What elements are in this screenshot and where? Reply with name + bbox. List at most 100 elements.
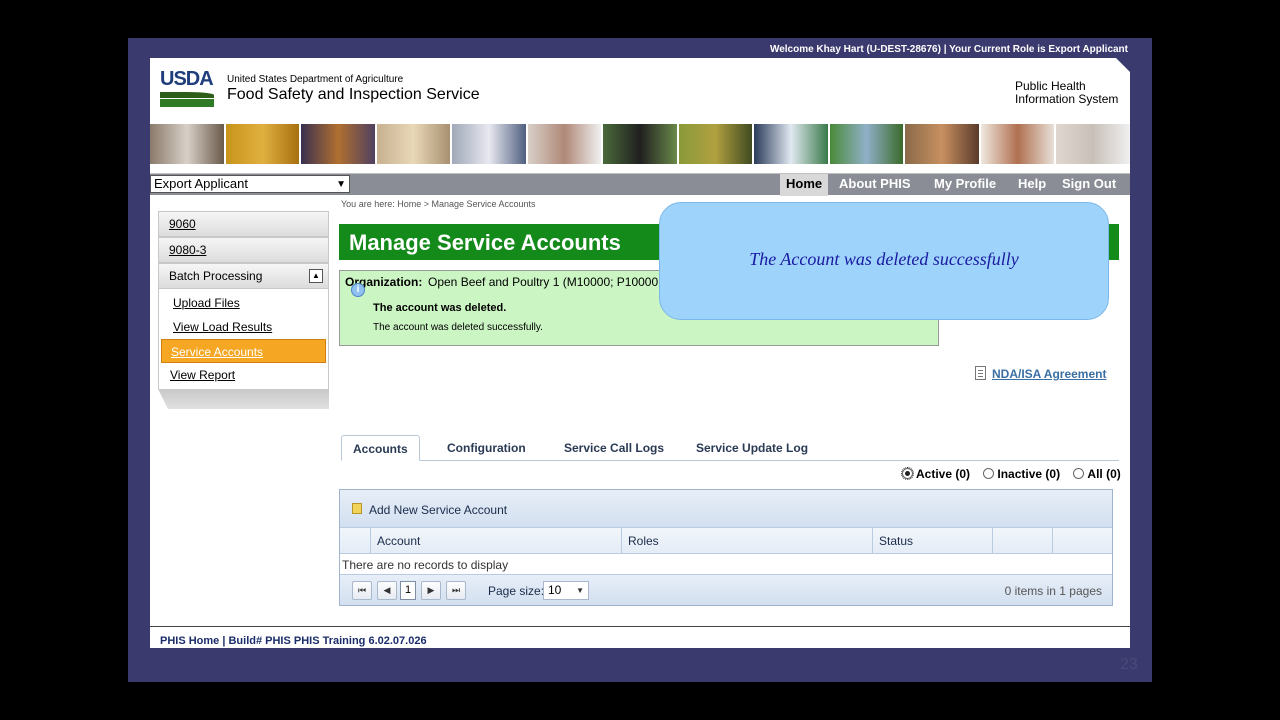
sidebar-item-batch-processing[interactable]: Batch Processing ▲ — [158, 263, 329, 289]
logo-wave-icon — [160, 92, 214, 98]
photo-cattle-icon — [603, 124, 677, 164]
chevron-up-icon[interactable]: ▲ — [309, 269, 323, 283]
filter-inactive[interactable]: Inactive (0) — [983, 467, 1060, 481]
photo-banner — [150, 124, 1130, 164]
filter-active[interactable]: Active (0) — [901, 467, 971, 481]
photo-potato-icon — [376, 124, 451, 164]
breadcrumb: You are here: Home > Manage Service Acco… — [341, 199, 536, 209]
page-title: Manage Service Accounts — [349, 230, 621, 255]
grid-command-bar: Add New Service Account — [340, 490, 1112, 528]
sidebar-item-label: Service Accounts — [171, 345, 264, 359]
column-header-edit — [992, 528, 1052, 554]
photo-poultry-icon — [905, 124, 979, 164]
welcome-banner: Welcome Khay Hart (U-DEST-28676) | Your … — [769, 44, 1128, 55]
sidebar-item-label: Upload Files — [173, 296, 240, 310]
tab-service-call-logs[interactable]: Service Call Logs — [564, 435, 664, 461]
document-icon — [975, 366, 986, 380]
sidebar-item-label: View Report — [170, 368, 236, 382]
column-header-status[interactable]: Status — [872, 528, 992, 554]
callout-text: The Account was deleted successfully — [749, 249, 1019, 269]
filter-label: All (0) — [1087, 467, 1121, 481]
column-header-roles[interactable]: Roles — [621, 528, 872, 554]
organization-value: Open Beef and Poultry 1 (M10000; P10000 — [428, 275, 658, 289]
tab-service-update-log[interactable]: Service Update Log — [696, 435, 808, 461]
department-name: United States Department of Agriculture — [227, 74, 404, 85]
slide-number: 23 — [1120, 656, 1138, 673]
prev-page-icon[interactable]: ◀ — [377, 581, 397, 600]
radio-icon — [983, 468, 995, 479]
sidebar-item-upload-files[interactable]: Upload Files — [161, 291, 326, 315]
service-accounts-grid: Add New Service Account Account Roles St… — [339, 489, 1113, 606]
page-number-current[interactable]: 1 — [400, 581, 416, 600]
status-filter: Active (0) Inactive (0) All (0) — [901, 467, 1121, 481]
batch-processing-submenu: Upload Files View Load Results Service A… — [158, 289, 329, 389]
photo-fruit-icon — [301, 124, 375, 164]
grid-header: Account Roles Status — [340, 528, 1112, 554]
first-page-icon[interactable]: ⏮ — [352, 581, 372, 600]
filter-label: Inactive (0) — [997, 467, 1061, 481]
sidebar-item-9080-3[interactable]: 9080-3 — [158, 237, 329, 263]
usda-logo-text: USDA — [160, 68, 214, 90]
nav-my-profile[interactable]: My Profile — [928, 174, 1002, 196]
nav-about-phis[interactable]: About PHIS — [833, 174, 917, 196]
column-header-select[interactable] — [340, 528, 370, 554]
info-icon: i — [351, 283, 365, 297]
items-count: 0 items in 1 pages — [1004, 584, 1102, 598]
photo-lab-icon — [150, 124, 224, 164]
photo-field-icon — [678, 124, 753, 164]
page-footer: PHIS Home | Build# PHIS PHIS Training 6.… — [150, 626, 1130, 649]
sidebar-item-9060[interactable]: 9060 — [158, 211, 329, 237]
top-nav-bar: Export Applicant ▼ Home About PHIS My Pr… — [150, 173, 1130, 196]
last-page-icon[interactable]: ⏭ — [446, 581, 466, 600]
role-select[interactable]: Export Applicant ▼ — [150, 175, 350, 193]
radio-selected-icon — [901, 467, 914, 480]
sidebar-item-view-report[interactable]: View Report — [161, 363, 326, 387]
sidebar-item-label: View Load Results — [173, 320, 273, 334]
sidebar-item-view-load-results[interactable]: View Load Results — [161, 315, 326, 339]
photo-farmers-icon — [829, 124, 904, 164]
sidebar-item-label: Batch Processing — [169, 269, 263, 283]
system-name: Public Health Information System — [1015, 79, 1119, 106]
filter-label: Active (0) — [916, 467, 971, 481]
phis-page: USDA United States Department of Agricul… — [150, 58, 1130, 648]
message-heading: The account was deleted. — [373, 302, 507, 314]
message-body: The account was deleted successfully. — [373, 322, 543, 333]
role-select-value: Export Applicant — [154, 176, 248, 191]
tab-accounts[interactable]: Accounts — [341, 435, 420, 461]
page-size-select[interactable]: 10 ▼ — [543, 581, 589, 600]
add-document-icon[interactable] — [352, 503, 362, 514]
sidebar-item-service-accounts[interactable]: Service Accounts — [161, 339, 326, 363]
nda-isa-agreement-link[interactable]: NDA/ISA Agreement — [975, 366, 1106, 381]
column-header-account[interactable]: Account — [370, 528, 621, 554]
radio-icon — [1073, 468, 1085, 479]
photo-inspector-icon — [452, 124, 526, 164]
chevron-down-icon: ▼ — [576, 586, 584, 595]
logo-ground-icon — [160, 99, 214, 107]
left-sidebar: 9060 9080-3 Batch Processing ▲ Upload Fi… — [158, 211, 329, 409]
page-size-label: Page size: — [488, 584, 545, 598]
sidebar-item-label: 9080-3 — [169, 243, 207, 257]
photo-processing-icon — [527, 124, 602, 164]
tutorial-callout: The Account was deleted successfully — [659, 202, 1109, 320]
nav-sign-out[interactable]: Sign Out — [1056, 174, 1122, 196]
nda-link-label: NDA/ISA Agreement — [992, 367, 1107, 381]
sidebar-item-label: 9060 — [169, 217, 196, 231]
chevron-down-icon: ▼ — [336, 179, 346, 190]
filter-all[interactable]: All (0) — [1073, 467, 1121, 481]
tab-strip: Accounts Configuration Service Call Logs… — [341, 435, 1119, 461]
usda-logo[interactable]: USDA — [160, 68, 216, 107]
photo-scientist-icon — [754, 124, 828, 164]
add-new-service-account-button[interactable]: Add New Service Account — [369, 503, 507, 517]
footer-build-info[interactable]: PHIS Home | Build# PHIS PHIS Training 6.… — [160, 635, 427, 647]
sidebar-footer — [158, 389, 329, 409]
empty-grid-message: There are no records to display — [342, 558, 509, 572]
nav-home[interactable]: Home — [780, 174, 829, 196]
nav-help[interactable]: Help — [1012, 174, 1052, 196]
photo-grain-icon — [225, 124, 300, 164]
grid-pager: ⏮ ◀ 1 ▶ ⏭ Page size: 10 ▼ 0 items in 1 p… — [340, 574, 1112, 605]
photo-eggs-icon — [980, 124, 1055, 164]
tab-configuration[interactable]: Configuration — [447, 435, 526, 461]
corner-fold — [1116, 58, 1130, 72]
agency-name: Food Safety and Inspection Service — [227, 86, 480, 103]
next-page-icon[interactable]: ▶ — [421, 581, 441, 600]
